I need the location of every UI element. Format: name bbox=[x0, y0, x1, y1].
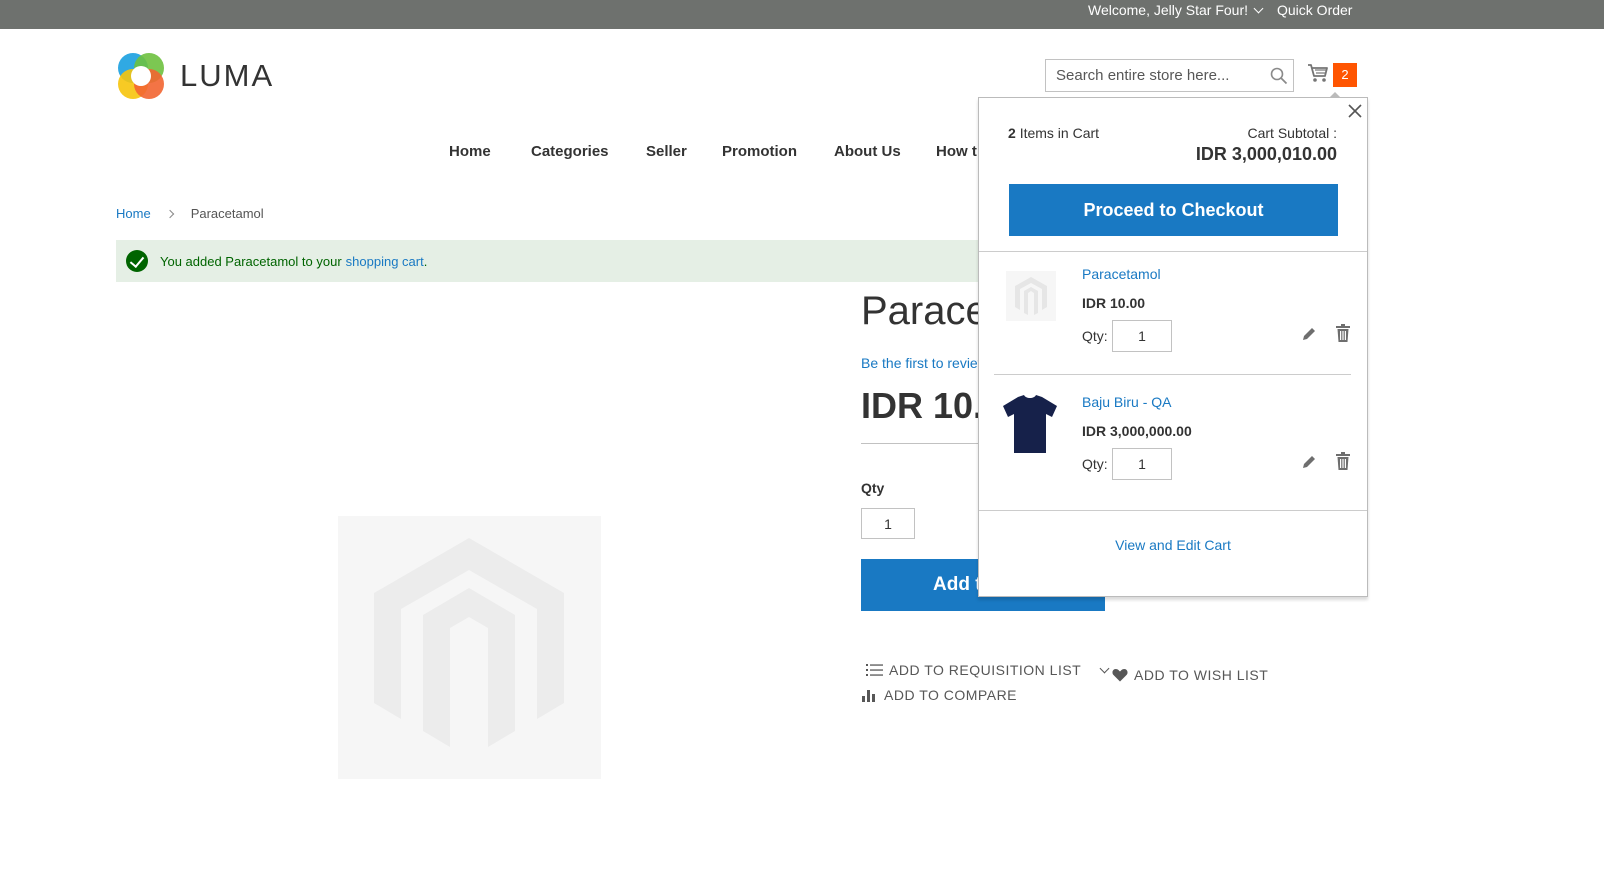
minicart-item-name[interactable]: Paracetamol bbox=[1082, 266, 1161, 282]
add-to-compare-label: ADD TO COMPARE bbox=[884, 687, 1018, 703]
nav-item-about-us[interactable]: About Us bbox=[834, 143, 901, 160]
nav-item-seller[interactable]: Seller bbox=[646, 143, 687, 160]
add-to-requisition-list-label: ADD TO REQUISITION LIST bbox=[889, 662, 1082, 678]
success-message-suffix: . bbox=[423, 253, 428, 269]
top-header-bar: Welcome, Jelly Star Four! Quick Order bbox=[0, 0, 1604, 29]
cart-subtotal-value: IDR 3,000,010.00 bbox=[1195, 144, 1337, 164]
items-count-label: Items in Cart bbox=[1019, 125, 1100, 141]
product-thumbnail[interactable] bbox=[1001, 393, 1059, 455]
minicart-qty-label: Qty: bbox=[1082, 456, 1108, 472]
minicart-item-price: IDR 10.00 bbox=[1082, 295, 1146, 311]
luma-logo-icon bbox=[118, 53, 164, 99]
trash-icon[interactable] bbox=[1336, 324, 1350, 342]
chevron-down-icon bbox=[1253, 3, 1264, 13]
edit-pencil-icon[interactable] bbox=[1301, 326, 1317, 342]
heart-icon bbox=[1112, 669, 1128, 682]
search-input[interactable] bbox=[1046, 60, 1266, 91]
chevron-right-icon bbox=[165, 209, 174, 218]
divider bbox=[994, 374, 1351, 375]
store-logo[interactable]: LUMA bbox=[116, 51, 274, 101]
items-in-cart-count: 2 Items in Cart bbox=[1008, 125, 1099, 141]
bar-chart-icon bbox=[862, 690, 875, 702]
nav-item-how-to[interactable]: How t bbox=[936, 143, 977, 160]
quick-order-link[interactable]: Quick Order bbox=[1277, 0, 1352, 20]
close-icon[interactable] bbox=[1346, 102, 1364, 120]
items-count-number: 2 bbox=[1008, 125, 1016, 141]
breadcrumb-home-link[interactable]: Home bbox=[116, 206, 151, 221]
view-and-edit-cart-link[interactable]: View and Edit Cart bbox=[979, 537, 1367, 553]
nav-item-categories[interactable]: Categories bbox=[531, 143, 609, 160]
customer-welcome-menu[interactable]: Welcome, Jelly Star Four! bbox=[1088, 0, 1264, 20]
minicart-qty-label: Qty: bbox=[1082, 328, 1108, 344]
divider bbox=[979, 251, 1367, 252]
review-link[interactable]: Be the first to review this product bbox=[861, 355, 981, 371]
minicart-qty-input[interactable] bbox=[1112, 320, 1172, 352]
search-box bbox=[1045, 59, 1294, 92]
cart-counter-badge[interactable]: 2 bbox=[1333, 63, 1357, 87]
qty-label: Qty bbox=[861, 480, 885, 496]
product-price: IDR 10.00 bbox=[861, 385, 981, 426]
chevron-down-icon[interactable] bbox=[1099, 663, 1110, 673]
magento-placeholder-icon bbox=[374, 538, 564, 747]
logo-text: LUMA bbox=[180, 58, 275, 93]
minicart-qty-input[interactable] bbox=[1112, 448, 1172, 480]
nav-item-home[interactable]: Home bbox=[449, 143, 491, 160]
add-to-wish-list-label: ADD TO WISH LIST bbox=[1134, 667, 1269, 683]
list-icon bbox=[866, 664, 883, 676]
cart-subtotal-label: Cart Subtotal : bbox=[1247, 125, 1338, 141]
product-title: Paracetamol bbox=[861, 289, 981, 333]
welcome-text: Welcome, Jelly Star Four! bbox=[1088, 2, 1249, 18]
success-message: You added Paracetamol to your shopping c… bbox=[116, 240, 986, 282]
edit-pencil-icon[interactable] bbox=[1301, 454, 1317, 470]
minicart-item-name[interactable]: Baju Biru - QA bbox=[1082, 394, 1171, 410]
trash-icon[interactable] bbox=[1336, 452, 1350, 470]
add-to-wish-list-button[interactable]: ADD TO WISH LIST bbox=[1112, 667, 1268, 683]
breadcrumb: Home Paracetamol bbox=[116, 206, 264, 221]
proceed-to-checkout-button[interactable]: Proceed to Checkout bbox=[1009, 184, 1338, 236]
shopping-cart-link[interactable]: shopping cart bbox=[346, 254, 424, 269]
divider bbox=[861, 443, 981, 444]
search-icon[interactable] bbox=[1270, 67, 1288, 85]
qty-input[interactable] bbox=[861, 508, 915, 539]
checkmark-icon bbox=[126, 250, 148, 272]
minicart-dropdown: 2 Items in Cart Cart Subtotal : IDR 3,00… bbox=[978, 92, 1368, 597]
success-message-text: You added Paracetamol to your bbox=[160, 253, 342, 269]
product-image[interactable] bbox=[338, 516, 601, 779]
breadcrumb-current: Paracetamol bbox=[190, 206, 264, 221]
nav-item-promotion[interactable]: Promotion bbox=[722, 143, 797, 160]
divider bbox=[979, 510, 1367, 511]
add-to-requisition-list-button[interactable]: ADD TO REQUISITION LIST bbox=[866, 662, 1110, 678]
product-thumbnail[interactable] bbox=[1001, 265, 1059, 327]
minicart-item-price: IDR 3,000,000.00 bbox=[1082, 423, 1192, 439]
add-to-compare-button[interactable]: ADD TO COMPARE bbox=[862, 687, 1017, 703]
shopping-cart-icon[interactable] bbox=[1307, 62, 1329, 84]
